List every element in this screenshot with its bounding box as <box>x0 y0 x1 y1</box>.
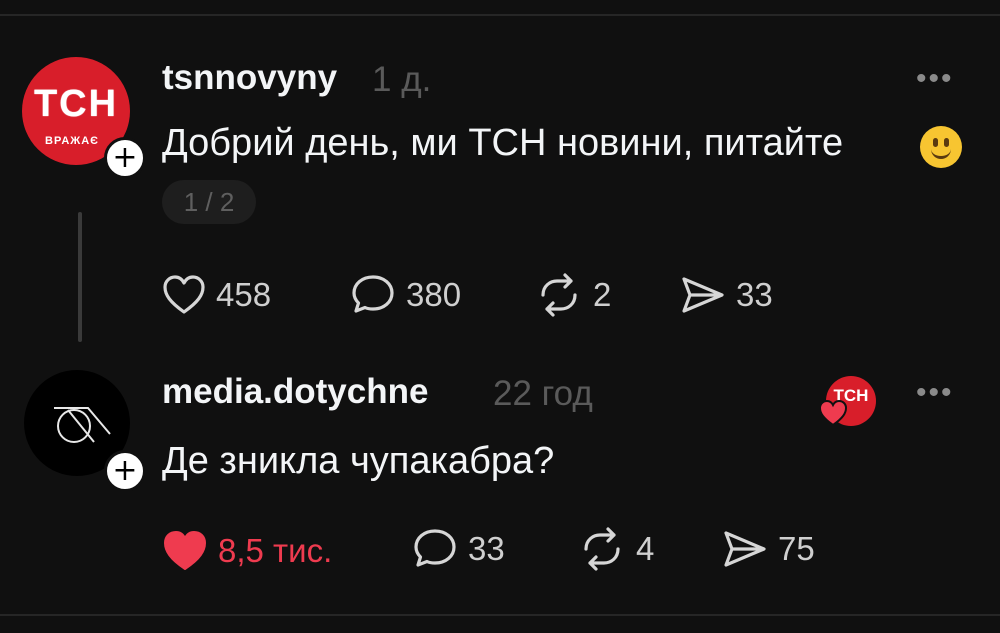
repost-button[interactable]: 4 <box>578 524 654 574</box>
heart-icon <box>163 275 205 314</box>
comment-count: 380 <box>406 276 462 313</box>
share-count: 75 <box>778 530 815 567</box>
post-username[interactable]: tsnnovyny <box>162 58 337 98</box>
more-options-button[interactable]: ••• <box>916 62 954 96</box>
repost-count: 4 <box>636 530 655 567</box>
like-button[interactable]: 8,5 тис. <box>162 526 332 576</box>
thread-line <box>78 212 82 342</box>
bottom-divider <box>0 614 1000 616</box>
follow-plus-icon[interactable]: + <box>104 450 146 492</box>
repost-count: 2 <box>593 276 612 313</box>
post-time: 1 д. <box>372 60 432 99</box>
carousel-pager: 1 / 2 <box>162 180 256 224</box>
heart-filled-icon <box>164 531 206 570</box>
liked-by-heart-icon <box>818 399 848 427</box>
slightly-smiling-face-emoji-icon <box>920 126 962 168</box>
comment-bubble-icon <box>352 275 394 313</box>
share-button[interactable]: 75 <box>722 524 815 574</box>
repost-icon <box>584 527 620 571</box>
post-text: Добрий день, ми ТСН новини, питайте <box>162 122 844 164</box>
comment-button[interactable]: 33 <box>412 524 505 574</box>
repost-icon <box>541 273 577 317</box>
share-count: 33 <box>736 276 773 313</box>
share-button[interactable]: 33 <box>680 270 773 320</box>
comment-count: 33 <box>468 530 505 567</box>
like-button[interactable]: 458 <box>162 270 271 320</box>
like-count: 8,5 тис. <box>218 532 333 569</box>
comment-bubble-icon <box>414 529 456 567</box>
top-divider <box>0 14 1000 16</box>
comment-button[interactable]: 380 <box>350 270 461 320</box>
post-text: Де зникла чупакабра? <box>162 440 555 482</box>
like-count: 458 <box>216 276 272 313</box>
more-options-button[interactable]: ••• <box>916 376 954 410</box>
follow-plus-icon[interactable]: + <box>104 137 146 179</box>
send-paper-plane-icon <box>724 531 766 567</box>
post-time: 22 год <box>493 374 593 413</box>
repost-button[interactable]: 2 <box>535 270 611 320</box>
post-username[interactable]: media.dotychne <box>162 372 428 412</box>
tsn-logo: ТСН <box>33 83 119 125</box>
send-paper-plane-icon <box>682 277 724 313</box>
